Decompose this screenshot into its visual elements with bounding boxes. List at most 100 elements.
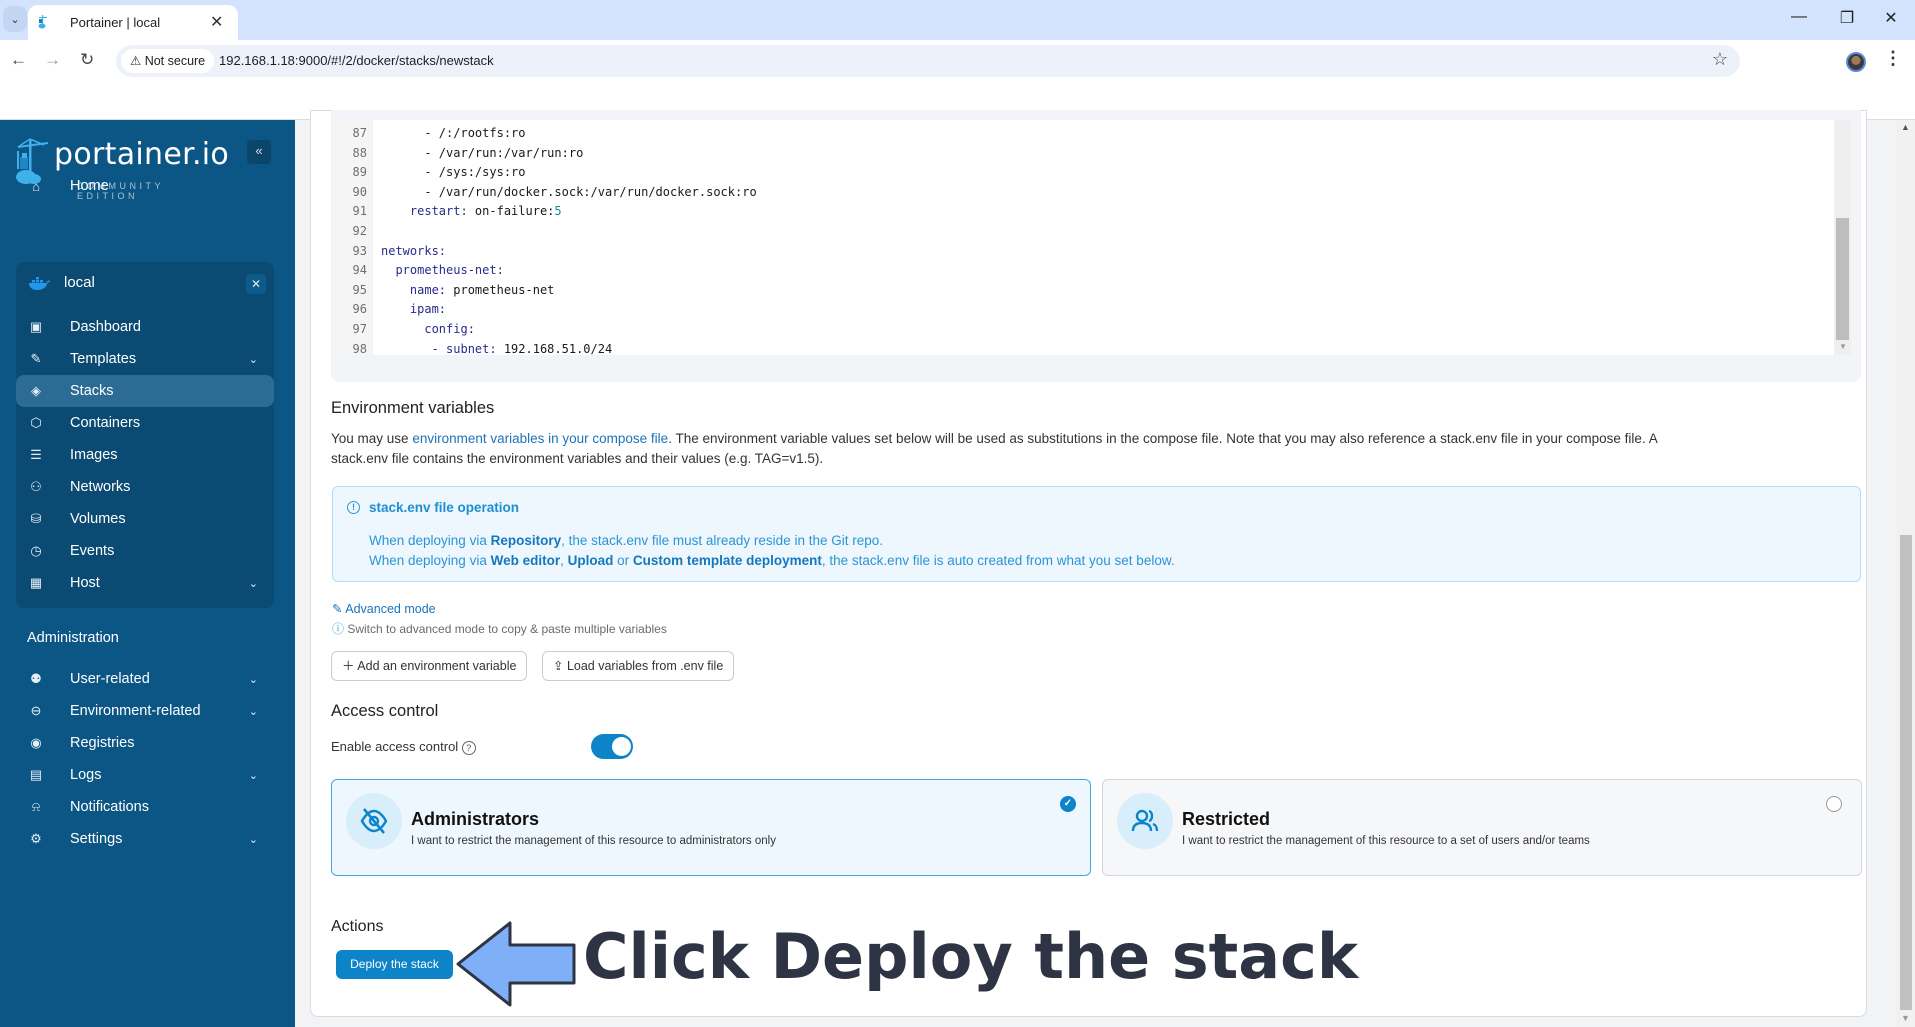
collapse-sidebar-button[interactable]: « — [247, 140, 271, 164]
sidebar-item-home[interactable]: ⌂ Home — [16, 170, 274, 202]
upload-icon: ⇪ — [553, 659, 567, 673]
sidebar-item-dashboard[interactable]: ▣ Dashboard — [16, 311, 274, 343]
address-bar[interactable]: ⚠ Not secure 192.168.1.18:9000/#!/2/dock… — [116, 45, 1740, 77]
chevron-down-icon[interactable]: ⌄ — [249, 353, 258, 366]
access-option-restricted[interactable]: Restricted I want to restrict the manage… — [1102, 779, 1862, 876]
sidebar-item-label: Containers — [70, 415, 141, 431]
line-number: 91 — [352, 204, 367, 219]
deploy-stack-button[interactable]: Deploy the stack — [336, 950, 453, 979]
advanced-mode-hint: ⓘ Switch to advanced mode to copy & past… — [332, 622, 667, 636]
info-title: stack.env file operation — [369, 500, 520, 515]
back-icon[interactable]: ← — [10, 50, 27, 70]
enable-access-control-label: Enable access control ? — [331, 739, 476, 755]
sidebar-item-label: Networks — [70, 479, 131, 495]
sidebar-item-label: Host — [70, 575, 100, 591]
sidebar-item-label: Logs — [70, 767, 102, 783]
sidebar-item-networks[interactable]: ⚇ Networks — [16, 471, 274, 503]
sidebar: portainer.io COMMUNITY EDITION « ⌂ Home … — [0, 120, 295, 1027]
info-line-repository: When deploying via Repository, the stack… — [369, 533, 883, 548]
chevron-down-icon[interactable]: ⌄ — [249, 577, 258, 590]
sidebar-item-images[interactable]: ☰ Images — [16, 439, 274, 471]
home-icon: ⌂ — [32, 178, 40, 194]
edit-icon: ✎ — [30, 351, 42, 366]
database-icon: ⛁ — [30, 511, 42, 526]
url-text[interactable]: 192.168.1.18:9000/#!/2/docker/stacks/new… — [219, 53, 494, 68]
code-line: - /var/run/docker.sock:/var/run/docker.s… — [381, 184, 757, 199]
load-env-file-button[interactable]: ⇪ Load variables from .env file — [542, 651, 735, 681]
gear-icon: ⚙ — [30, 831, 42, 846]
chevron-down-icon[interactable]: ⌄ — [249, 673, 258, 686]
tab-search-button[interactable]: ⌄ — [3, 6, 27, 32]
close-environment-button[interactable]: ✕ — [246, 274, 266, 294]
sidebar-item-label: Settings — [70, 831, 123, 847]
sidebar-item-environment-related[interactable]: ⊖ Environment-related ⌄ — [16, 695, 274, 727]
list-icon: ☰ — [30, 447, 42, 462]
forward-icon[interactable]: → — [44, 50, 61, 70]
page-scroll-thumb[interactable] — [1900, 535, 1912, 1010]
sidebar-item-label: Environment-related — [70, 703, 201, 719]
browser-tab-strip: ⌄ Portainer | local ✕ — ❐ ✕ — [0, 0, 1915, 40]
option-title: Administrators — [411, 809, 540, 829]
sidebar-item-notifications[interactable]: ⍾ Notifications — [16, 791, 274, 823]
environment-header: local ✕ — [16, 264, 274, 304]
access-control-toggle[interactable] — [591, 734, 633, 759]
chevron-down-icon[interactable]: ⌄ — [249, 833, 258, 846]
advanced-mode-link[interactable]: ✎ Advanced mode — [332, 601, 436, 616]
check-circle-icon: ✓ — [1060, 796, 1076, 812]
page-scrollbar[interactable]: ▲ ▼ — [1897, 120, 1915, 1027]
sidebar-item-containers[interactable]: ⬡ Containers — [16, 407, 274, 439]
toggle-knob — [612, 737, 631, 756]
access-option-administrators[interactable]: Administrators I want to restrict the ma… — [331, 779, 1091, 876]
clock-icon: ◷ — [30, 543, 42, 558]
sidebar-item-label: Volumes — [70, 511, 126, 527]
chevron-down-icon[interactable]: ⌄ — [249, 769, 258, 782]
sidebar-item-settings[interactable]: ⚙ Settings ⌄ — [16, 823, 274, 855]
editor-scroll-thumb[interactable] — [1836, 218, 1849, 340]
reload-icon[interactable]: ↻ — [80, 50, 94, 70]
scroll-down-arrow-icon[interactable]: ▼ — [1839, 342, 1847, 351]
editor-scrollbar[interactable]: ▼ — [1834, 120, 1851, 355]
close-window-icon[interactable]: ✕ — [1876, 8, 1906, 28]
double-chevron-left-icon: « — [255, 143, 263, 158]
chevron-down-icon[interactable]: ⌄ — [249, 705, 258, 718]
sidebar-item-label: Images — [70, 447, 118, 463]
sidebar-item-host[interactable]: ▦ Host ⌄ — [16, 567, 274, 599]
restore-icon[interactable]: ❐ — [1832, 8, 1862, 28]
sidebar-item-label: Notifications — [70, 799, 149, 815]
code-line: ipam: — [381, 302, 447, 317]
sidebar-item-registries[interactable]: ◉ Registries — [16, 727, 274, 759]
logo-text: portainer.io — [54, 137, 230, 172]
scroll-up-arrow-icon[interactable]: ▲ — [1901, 122, 1910, 132]
host-icon: ▦ — [29, 575, 43, 590]
code-line: - subnet: 192.168.51.0/24 — [381, 341, 613, 356]
profile-avatar[interactable] — [1846, 52, 1866, 72]
chevron-down-icon: ⌄ — [10, 13, 20, 26]
portainer-favicon-icon — [38, 15, 47, 29]
administration-heading: Administration — [27, 630, 119, 646]
env-vars-docs-link[interactable]: environment variables in your compose fi… — [412, 431, 668, 446]
browser-menu-icon[interactable]: ⋮ — [1884, 48, 1902, 69]
scroll-down-arrow-icon[interactable]: ▼ — [1901, 1013, 1910, 1023]
line-number: 93 — [352, 243, 367, 258]
annotation-text: Click Deploy the stack — [583, 920, 1359, 993]
compose-web-editor[interactable]: 87 88 89 90 91 92 93 94 95 96 97 98 - /:/rootfs:ro … — [331, 120, 1851, 356]
sidebar-item-stacks[interactable]: ◈ Stacks — [16, 375, 274, 407]
stack-env-info-box: ! stack.env file operation When deployin… — [332, 486, 1861, 582]
annotation-arrow-left-icon — [456, 921, 576, 1007]
close-tab-icon[interactable]: ✕ — [210, 12, 223, 32]
sidebar-item-templates[interactable]: ✎ Templates ⌄ — [16, 343, 274, 375]
add-env-variable-button[interactable]: ＋ Add an environment variable — [331, 651, 528, 681]
browser-toolbar: ← → ↻ ⚠ Not secure 192.168.1.18:9000/#!/… — [0, 40, 1915, 120]
bookmark-star-icon[interactable]: ☆ — [1712, 49, 1728, 70]
browser-tab[interactable]: Portainer | local ✕ — [28, 5, 238, 40]
minimize-icon[interactable]: — — [1784, 8, 1814, 26]
help-icon[interactable]: ? — [461, 741, 476, 755]
sidebar-item-events[interactable]: ◷ Events — [16, 535, 274, 567]
sidebar-item-label: Dashboard — [70, 319, 141, 335]
layers-icon: ◈ — [31, 383, 41, 398]
sidebar-item-user-related[interactable]: ⚉ User-related ⌄ — [16, 663, 274, 695]
sidebar-item-volumes[interactable]: ⛁ Volumes — [16, 503, 274, 535]
security-indicator[interactable]: ⚠ Not secure — [121, 49, 215, 73]
sidebar-item-logs[interactable]: ▤ Logs ⌄ — [16, 759, 274, 791]
sidebar-item-label: Events — [70, 543, 115, 559]
